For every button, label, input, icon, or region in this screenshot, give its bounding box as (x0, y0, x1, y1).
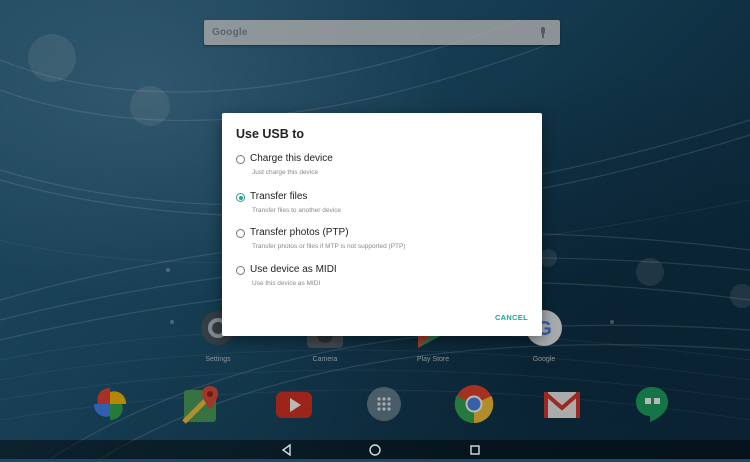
option-transfer-photos[interactable]: Transfer photos (PTP) Transfer photos or… (234, 227, 530, 261)
navigation-bar (0, 440, 750, 459)
usb-options-dialog: Use USB to Charge this device Just charg… (222, 113, 542, 336)
recents-icon (470, 445, 480, 455)
option-subtitle: Just charge this device (252, 169, 319, 176)
option-subtitle: Use this device as MIDI (252, 280, 321, 287)
radio-button[interactable] (236, 155, 245, 164)
back-icon (281, 443, 291, 457)
option-title: Transfer photos (PTP) (250, 227, 349, 238)
home-icon (369, 444, 381, 456)
radio-button[interactable] (236, 266, 245, 275)
option-subtitle: Transfer files to another device (252, 207, 341, 214)
recents-button[interactable] (468, 443, 482, 457)
option-charge-device[interactable]: Charge this device Just charge this devi… (234, 153, 530, 187)
cancel-button[interactable]: CANCEL (495, 313, 528, 322)
home-button[interactable] (368, 443, 382, 457)
option-midi[interactable]: Use device as MIDI Use this device as MI… (234, 264, 530, 298)
option-title: Transfer files (250, 191, 308, 202)
back-button[interactable] (280, 443, 294, 457)
option-title: Use device as MIDI (250, 264, 337, 275)
option-subtitle: Transfer photos or files if MTP is not s… (252, 243, 406, 250)
radio-button[interactable] (236, 229, 245, 238)
option-transfer-files[interactable]: Transfer files Transfer files to another… (234, 191, 530, 225)
radio-button-selected[interactable] (236, 193, 245, 202)
dialog-title: Use USB to (236, 127, 305, 141)
option-title: Charge this device (250, 153, 333, 164)
